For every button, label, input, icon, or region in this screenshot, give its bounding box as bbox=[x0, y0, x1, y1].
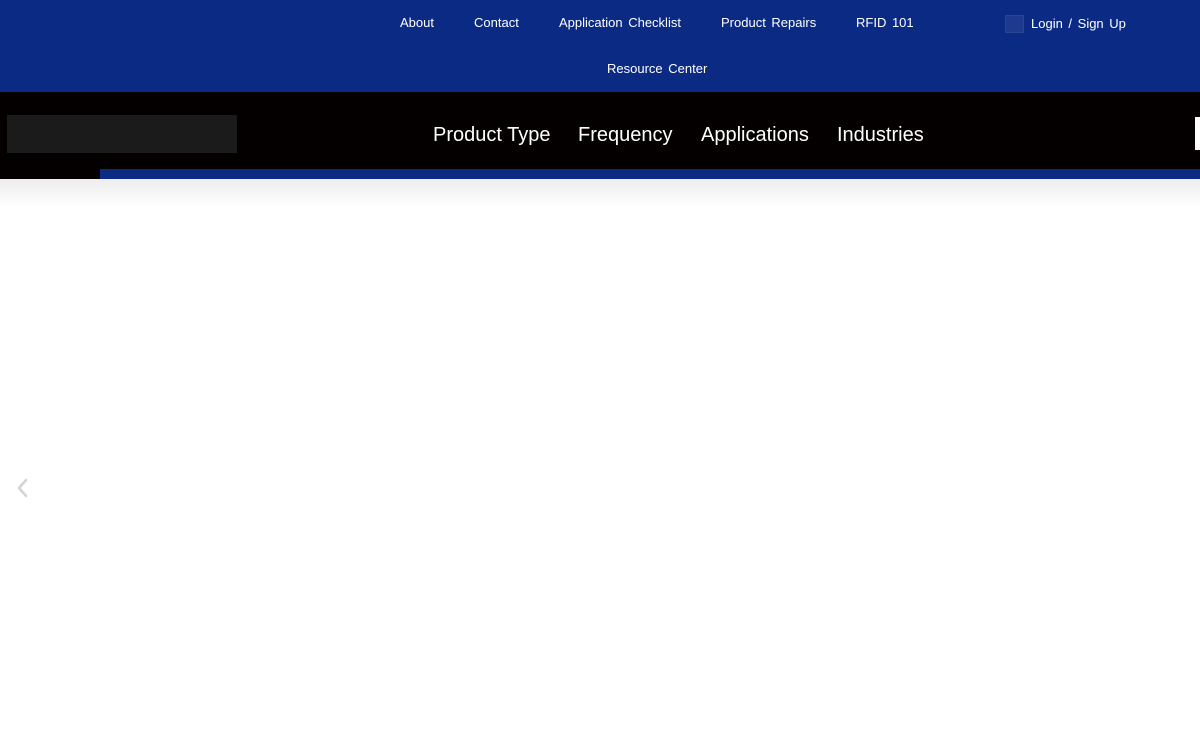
nav-link-product-repairs[interactable]: Product Repairs bbox=[721, 15, 816, 31]
hero-slider bbox=[0, 207, 1200, 750]
nav-link-contact[interactable]: Contact bbox=[474, 15, 519, 31]
main-nav-frequency[interactable]: Frequency bbox=[578, 123, 673, 147]
main-nav-applications[interactable]: Applications bbox=[701, 123, 809, 147]
login-signup-link[interactable]: Login / Sign Up bbox=[1031, 16, 1126, 32]
nav-link-resource-center[interactable]: Resource Center bbox=[607, 61, 707, 77]
search-toggle-button[interactable] bbox=[1195, 117, 1200, 150]
header-shadow bbox=[0, 179, 1200, 207]
main-nav-product-type[interactable]: Product Type bbox=[433, 123, 550, 147]
main-nav-bar: Product Type Frequency Applications Indu… bbox=[0, 92, 1200, 169]
site-logo[interactable] bbox=[7, 115, 237, 153]
accent-strip-dark bbox=[0, 169, 100, 179]
top-utility-bar: About Contact Application Checklist Prod… bbox=[0, 0, 1200, 92]
chevron-left-icon[interactable] bbox=[14, 478, 32, 498]
nav-link-application-checklist[interactable]: Application Checklist bbox=[559, 15, 681, 31]
accent-strip-blue bbox=[100, 169, 1200, 179]
nav-link-rfid-101[interactable]: RFID 101 bbox=[856, 15, 914, 31]
user-icon[interactable] bbox=[1005, 15, 1024, 33]
main-nav-industries[interactable]: Industries bbox=[837, 123, 924, 147]
nav-link-about[interactable]: About bbox=[400, 15, 434, 31]
